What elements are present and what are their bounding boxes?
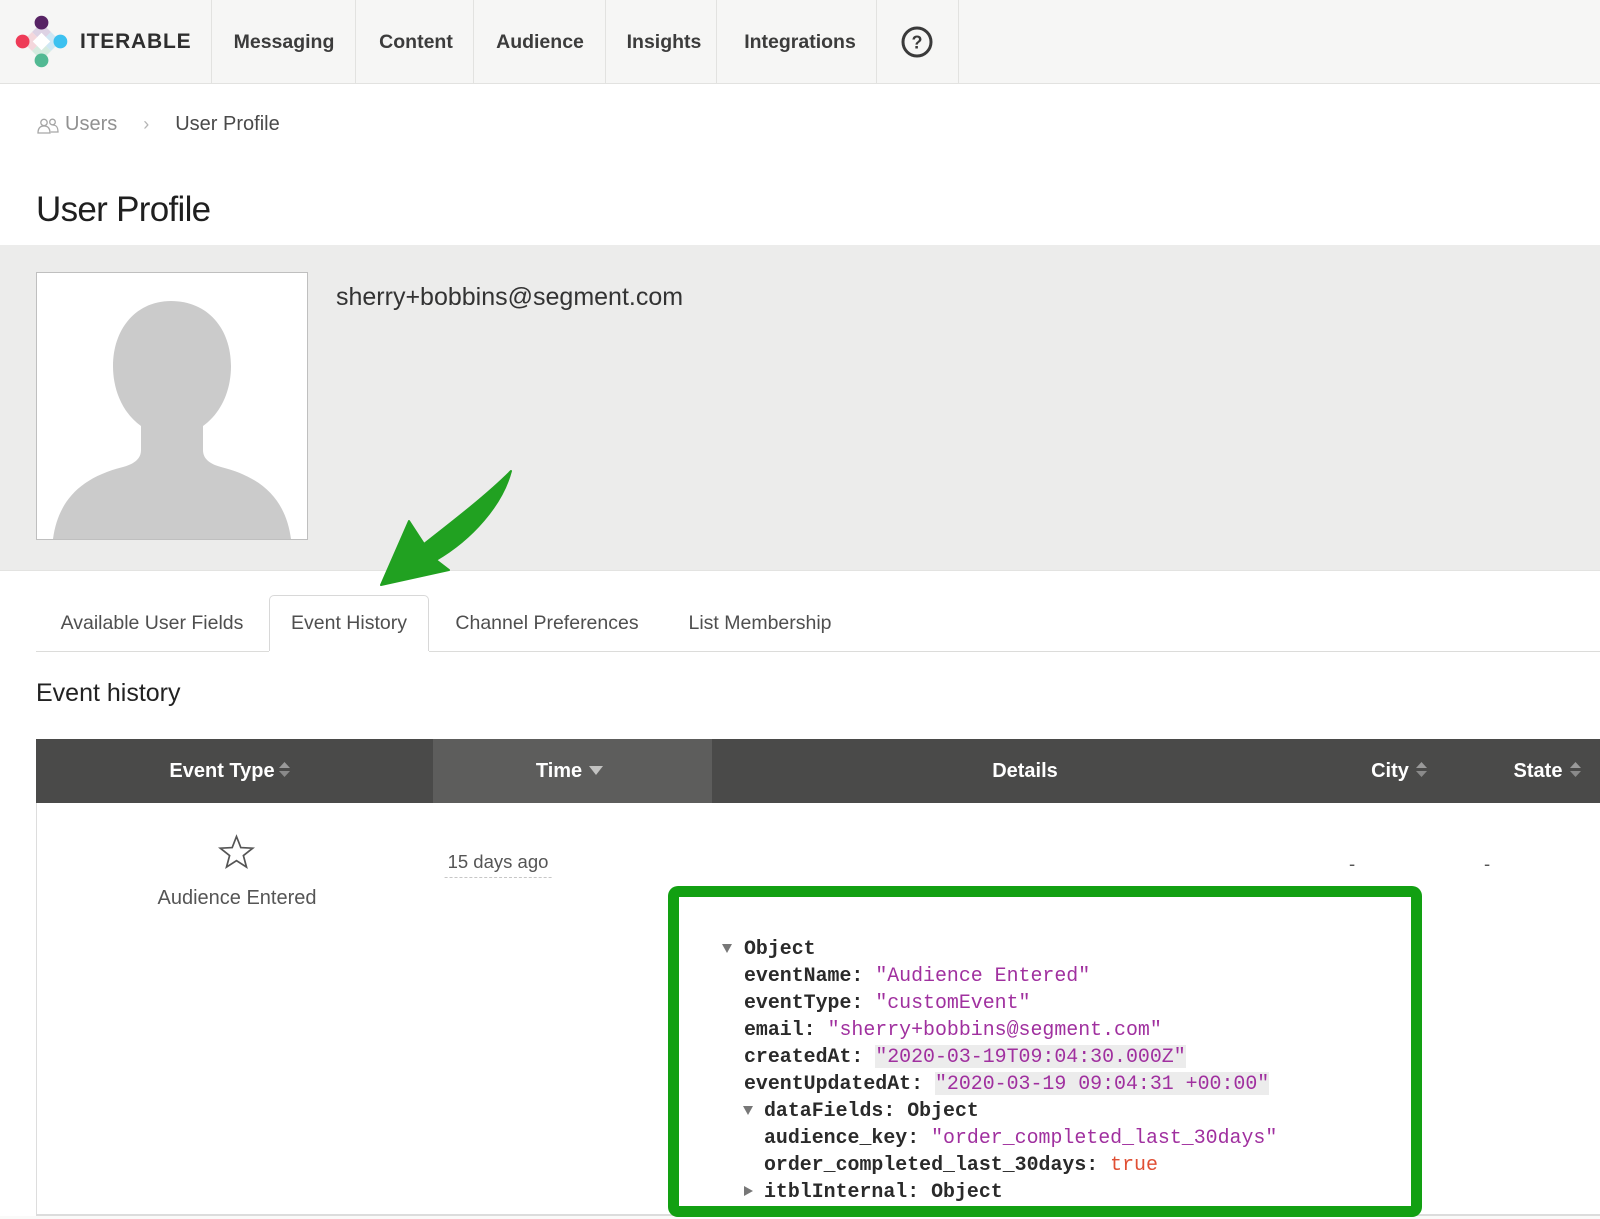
svg-text:?: ? [912,33,923,53]
